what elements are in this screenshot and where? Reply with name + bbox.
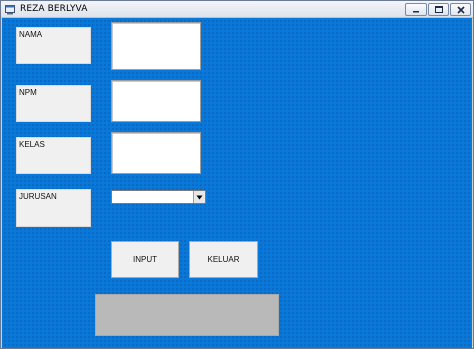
- output-panel: [95, 294, 279, 336]
- app-window: REZA BERLYVA NAMA NPM KELAS JURUSAN INPU…: [0, 0, 474, 349]
- nama-input[interactable]: [111, 22, 201, 70]
- maximize-button[interactable]: [428, 3, 449, 16]
- keluar-button[interactable]: KELUAR: [189, 241, 258, 278]
- app-icon: [5, 5, 15, 15]
- title-bar[interactable]: REZA BERLYVA: [1, 1, 473, 18]
- npm-input[interactable]: [111, 80, 201, 122]
- close-icon: [456, 5, 465, 14]
- jurusan-select[interactable]: [111, 190, 206, 204]
- jurusan-label: JURUSAN: [16, 189, 91, 227]
- nama-label: NAMA: [16, 27, 91, 64]
- minimize-icon: [413, 10, 419, 12]
- maximize-icon: [434, 6, 443, 13]
- form-canvas: NAMA NPM KELAS JURUSAN INPUT KELUAR: [2, 18, 472, 348]
- chevron-down-icon: [196, 195, 203, 199]
- input-button[interactable]: INPUT: [111, 241, 179, 278]
- window-title: REZA BERLYVA: [20, 4, 88, 14]
- close-button[interactable]: [450, 3, 471, 16]
- kelas-label: KELAS: [16, 137, 91, 174]
- npm-label: NPM: [16, 85, 91, 122]
- dropdown-button[interactable]: [193, 191, 205, 203]
- kelas-input[interactable]: [111, 132, 201, 174]
- minimize-button[interactable]: [405, 3, 427, 16]
